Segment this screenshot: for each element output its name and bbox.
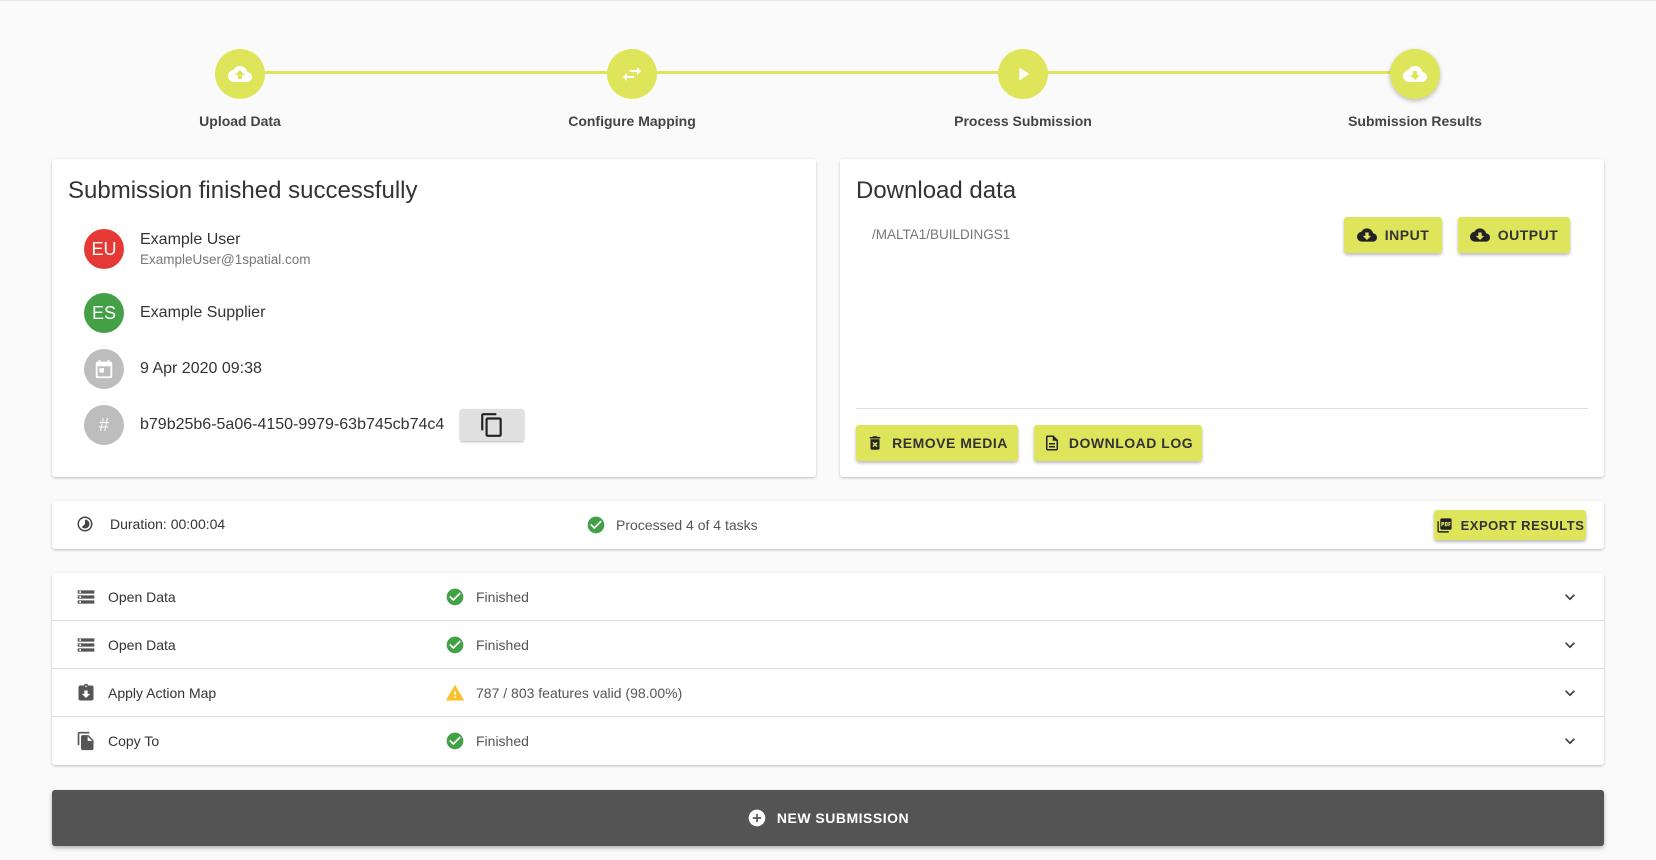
check-circle-icon xyxy=(446,732,464,750)
task-status: Finished xyxy=(476,589,529,605)
step-label: Submission Results xyxy=(1348,113,1482,129)
download-card: Download data /MALTA1/BUILDINGS1 INPUT O… xyxy=(840,159,1604,477)
step-circle[interactable] xyxy=(607,49,657,99)
check-circle-icon xyxy=(446,588,464,606)
step-upload-data[interactable]: Upload Data xyxy=(120,49,360,129)
task-name: Apply Action Map xyxy=(108,685,217,701)
cloud-upload-icon xyxy=(228,66,252,82)
submission-date: 9 Apr 2020 09:38 xyxy=(140,360,262,377)
storage-icon xyxy=(77,590,95,604)
submission-title: Submission finished successfully xyxy=(68,177,418,204)
task-row[interactable]: Copy To Finished xyxy=(52,717,1604,765)
download-title: Download data xyxy=(856,177,1017,204)
export-results-button[interactable]: EXPORT RESULTS xyxy=(1434,510,1586,540)
step-circle[interactable] xyxy=(998,49,1048,99)
timelapse-icon xyxy=(77,516,93,532)
user-row: EU Example User ExampleUser@1spatial.com xyxy=(84,229,311,269)
supplier-name: Example Supplier xyxy=(140,304,266,321)
processed: Processed 4 of 4 tasks xyxy=(586,515,758,535)
swap-icon xyxy=(623,67,641,81)
submission-card: Submission finished successfully EU Exam… xyxy=(52,159,816,477)
supplier-row: ES Example Supplier xyxy=(84,293,265,333)
clipboard-arrow-icon xyxy=(78,683,94,701)
chevron-down-icon[interactable] xyxy=(1560,683,1580,703)
stepper-connector xyxy=(240,71,1415,74)
output-label: OUTPUT xyxy=(1497,227,1559,243)
output-download-button[interactable]: OUTPUT xyxy=(1458,217,1570,253)
task-name: Open Data xyxy=(108,637,176,653)
storage-icon xyxy=(77,638,95,652)
export-results-label: EXPORT RESULTS xyxy=(1460,517,1585,533)
task-row[interactable]: Open Data Finished xyxy=(52,573,1604,621)
step-configure-mapping[interactable]: Configure Mapping xyxy=(512,49,752,129)
download-log-label: DOWNLOAD LOG xyxy=(1068,435,1194,451)
stepper: Upload Data Configure Mapping Process Su… xyxy=(0,1,1656,151)
duration-text: Duration: 00:00:04 xyxy=(110,516,226,532)
task-name: Open Data xyxy=(108,589,176,605)
date-row: 9 Apr 2020 09:38 xyxy=(84,349,262,389)
step-circle[interactable] xyxy=(215,49,265,99)
user-avatar: EU xyxy=(84,229,124,269)
new-submission-label: NEW SUBMISSION xyxy=(776,810,910,826)
remove-media-label: REMOVE MEDIA xyxy=(892,435,1008,451)
calendar-icon xyxy=(95,359,113,379)
step-process-submission[interactable]: Process Submission xyxy=(903,49,1143,129)
supplier-avatar: ES xyxy=(84,293,124,333)
cloud-download-icon xyxy=(1356,228,1377,242)
summary-bar: Duration: 00:00:04 Processed 4 of 4 task… xyxy=(52,501,1604,549)
warning-icon xyxy=(445,684,465,701)
copy-icon xyxy=(481,413,503,437)
input-label: INPUT xyxy=(1384,227,1430,243)
task-row[interactable]: Open Data Finished xyxy=(52,621,1604,669)
chevron-down-icon[interactable] xyxy=(1560,635,1580,655)
task-status: Finished xyxy=(476,733,529,749)
id-row: # b79b25b6-5a06-4150-9979-63b745cb74c4 xyxy=(84,405,525,445)
step-submission-results[interactable]: Submission Results xyxy=(1295,49,1535,129)
input-download-button[interactable]: INPUT xyxy=(1344,217,1442,253)
copy-id-button[interactable] xyxy=(460,409,525,441)
hash-avatar: # xyxy=(84,405,124,445)
file-copy-icon xyxy=(77,731,94,751)
step-label: Upload Data xyxy=(199,113,281,129)
remove-media-button[interactable]: REMOVE MEDIA xyxy=(856,425,1018,461)
calendar-avatar xyxy=(84,349,124,389)
document-icon xyxy=(1045,435,1058,451)
download-log-button[interactable]: DOWNLOAD LOG xyxy=(1034,425,1202,461)
task-status: 787 / 803 features valid (98.00%) xyxy=(476,685,683,701)
processed-text: Processed 4 of 4 tasks xyxy=(616,517,758,533)
check-circle-icon xyxy=(446,636,464,654)
trash-icon xyxy=(869,436,881,450)
chevron-down-icon[interactable] xyxy=(1560,731,1580,751)
new-submission-button[interactable]: NEW SUBMISSION xyxy=(52,790,1604,846)
download-path: /MALTA1/BUILDINGS1 xyxy=(872,227,1011,242)
check-circle-icon xyxy=(587,516,605,534)
cloud-download-icon xyxy=(1469,228,1490,242)
pdf-icon xyxy=(1437,517,1452,533)
task-status: Finished xyxy=(476,637,529,653)
task-name: Copy To xyxy=(108,733,160,749)
step-label: Configure Mapping xyxy=(568,113,696,129)
task-row[interactable]: Apply Action Map 787 / 803 features vali… xyxy=(52,669,1604,717)
add-circle-icon xyxy=(748,809,766,827)
submission-id: b79b25b6-5a06-4150-9979-63b745cb74c4 xyxy=(140,416,445,433)
play-icon xyxy=(1019,67,1030,81)
cloud-download-icon xyxy=(1403,66,1427,82)
chevron-down-icon[interactable] xyxy=(1560,587,1580,607)
user-name: Example User xyxy=(140,231,241,248)
step-label: Process Submission xyxy=(954,113,1092,129)
step-circle[interactable] xyxy=(1390,49,1440,99)
duration: Duration: 00:00:04 xyxy=(76,515,225,533)
user-email: ExampleUser@1spatial.com xyxy=(140,252,311,267)
task-list: Open Data Finished Open Data Finished Ap… xyxy=(52,573,1604,765)
download-divider xyxy=(856,408,1588,409)
